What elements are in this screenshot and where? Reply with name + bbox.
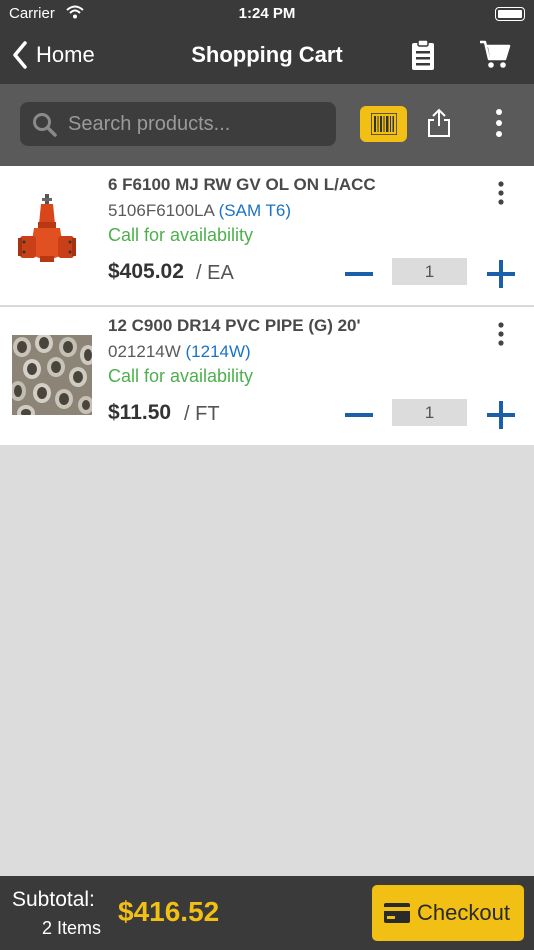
search-box[interactable] xyxy=(20,102,336,146)
product-price: $11.50 xyxy=(108,401,172,424)
alt-code-link[interactable]: (1214W) xyxy=(186,342,251,361)
product-image-gate-valve xyxy=(12,194,92,274)
cart-icon xyxy=(480,40,511,68)
back-label: Home xyxy=(36,42,95,67)
availability-status: Call for availability xyxy=(108,366,254,386)
search-input[interactable] xyxy=(68,102,328,146)
search-icon xyxy=(33,113,57,137)
back-button[interactable]: Home xyxy=(12,38,95,72)
product-image-pvc-pipe xyxy=(10,333,96,421)
barcode-scan-button[interactable] xyxy=(360,106,407,142)
cart-item[interactable]: 6 F6100 MJ RW GV OL ON L/ACC 5106F6100LA… xyxy=(0,166,534,305)
clipboard-icon xyxy=(412,39,434,70)
share-button[interactable] xyxy=(426,108,452,142)
price-unit: / FT xyxy=(184,403,220,425)
alt-code-link[interactable]: (SAM T6) xyxy=(219,201,291,220)
clock: 1:24 PM xyxy=(238,5,296,22)
item-more-button[interactable] xyxy=(492,321,510,347)
checkout-button[interactable]: Checkout xyxy=(372,885,524,941)
increase-quantity-button[interactable] xyxy=(486,259,516,289)
availability-status: Call for availability xyxy=(108,225,254,245)
barcode-icon xyxy=(371,113,397,135)
minus-icon xyxy=(345,413,373,417)
item-more-button[interactable] xyxy=(492,180,510,206)
more-vertical-icon xyxy=(498,181,504,205)
battery-icon xyxy=(495,7,525,21)
quantity-field[interactable] xyxy=(392,399,467,426)
decrease-quantity-button[interactable] xyxy=(344,262,374,286)
minus-icon xyxy=(345,272,373,276)
more-vertical-icon xyxy=(496,109,502,137)
subtotal-amount: $416.52 xyxy=(118,896,220,927)
share-icon xyxy=(428,108,450,137)
sku-code: 021214W xyxy=(108,342,181,361)
status-bar: Carrier 1:24 PM xyxy=(0,0,534,28)
back-chevron-icon xyxy=(13,41,27,69)
product-name: 12 C900 DR14 PVC PIPE (G) 20' xyxy=(108,316,361,335)
product-sku: 021214W (1214W) xyxy=(108,342,251,362)
product-price: $405.02 xyxy=(108,260,184,283)
items-count: 2 Items xyxy=(42,918,102,938)
cart-button[interactable] xyxy=(478,38,512,70)
sku-code: 5106F6100LA xyxy=(108,201,214,220)
decrease-quantity-button[interactable] xyxy=(344,403,374,427)
product-name: 6 F6100 MJ RW GV OL ON L/ACC xyxy=(108,175,376,194)
more-vertical-icon xyxy=(498,322,504,346)
quantity-field[interactable] xyxy=(392,258,467,285)
more-options-button[interactable] xyxy=(490,108,508,142)
cart-item[interactable]: 12 C900 DR14 PVC PIPE (G) 20' 021214W (1… xyxy=(0,306,534,445)
price-unit: / EA xyxy=(196,262,234,284)
credit-card-icon xyxy=(384,903,410,923)
search-bar-area xyxy=(0,84,534,166)
cart-footer: Subtotal: 2 Items $416.52 Checkout xyxy=(0,876,534,950)
increase-quantity-button[interactable] xyxy=(486,400,516,430)
subtotal-label: Subtotal: xyxy=(12,888,95,911)
clipboard-button[interactable] xyxy=(408,38,440,72)
checkout-label: Checkout xyxy=(417,900,510,925)
product-sku: 5106F6100LA (SAM T6) xyxy=(108,201,291,221)
plus-icon xyxy=(487,401,515,429)
plus-icon xyxy=(487,260,515,288)
navigation-bar: Home Shopping Cart xyxy=(0,28,534,84)
